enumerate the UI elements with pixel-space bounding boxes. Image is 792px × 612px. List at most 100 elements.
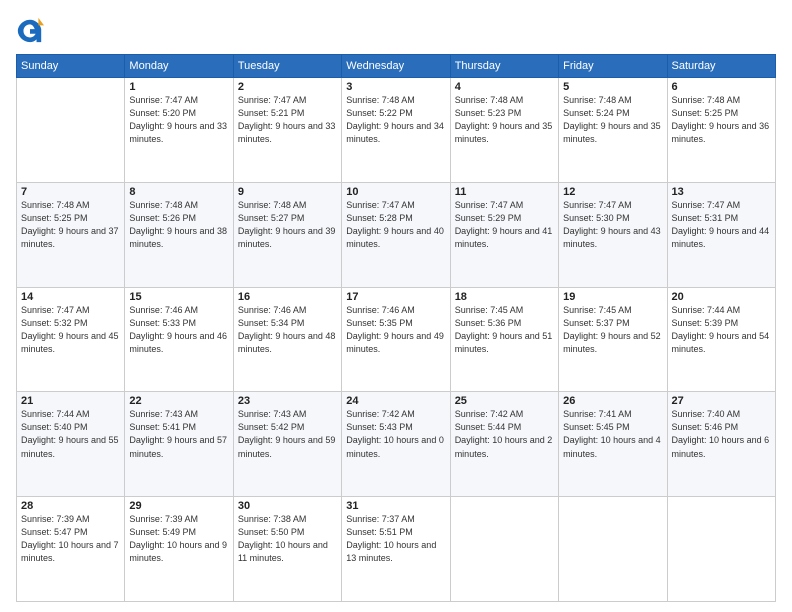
header: [16, 16, 776, 44]
day-number: 18: [455, 291, 554, 303]
day-info: Sunrise: 7:45 AMSunset: 5:37 PMDaylight:…: [563, 304, 662, 356]
day-info: Sunrise: 7:44 AMSunset: 5:40 PMDaylight:…: [21, 408, 120, 460]
calendar-week-row: 1Sunrise: 7:47 AMSunset: 5:20 PMDaylight…: [17, 78, 776, 183]
day-number: 6: [672, 81, 771, 93]
day-info: Sunrise: 7:39 AMSunset: 5:49 PMDaylight:…: [129, 513, 228, 565]
calendar-cell: [667, 497, 775, 602]
calendar-cell: 5Sunrise: 7:48 AMSunset: 5:24 PMDaylight…: [559, 78, 667, 183]
calendar-cell: 14Sunrise: 7:47 AMSunset: 5:32 PMDayligh…: [17, 287, 125, 392]
weekday-header: Friday: [559, 55, 667, 78]
day-info: Sunrise: 7:47 AMSunset: 5:28 PMDaylight:…: [346, 199, 445, 251]
day-number: 5: [563, 81, 662, 93]
weekday-header: Tuesday: [233, 55, 341, 78]
calendar-cell: 28Sunrise: 7:39 AMSunset: 5:47 PMDayligh…: [17, 497, 125, 602]
calendar-cell: 11Sunrise: 7:47 AMSunset: 5:29 PMDayligh…: [450, 182, 558, 287]
calendar-cell: 3Sunrise: 7:48 AMSunset: 5:22 PMDaylight…: [342, 78, 450, 183]
weekday-header: Sunday: [17, 55, 125, 78]
weekday-header: Monday: [125, 55, 233, 78]
calendar-cell: 6Sunrise: 7:48 AMSunset: 5:25 PMDaylight…: [667, 78, 775, 183]
day-info: Sunrise: 7:45 AMSunset: 5:36 PMDaylight:…: [455, 304, 554, 356]
calendar-cell: 7Sunrise: 7:48 AMSunset: 5:25 PMDaylight…: [17, 182, 125, 287]
calendar-cell: 9Sunrise: 7:48 AMSunset: 5:27 PMDaylight…: [233, 182, 341, 287]
day-number: 14: [21, 291, 120, 303]
day-number: 21: [21, 395, 120, 407]
calendar-cell: [450, 497, 558, 602]
day-info: Sunrise: 7:46 AMSunset: 5:33 PMDaylight:…: [129, 304, 228, 356]
day-number: 20: [672, 291, 771, 303]
day-info: Sunrise: 7:47 AMSunset: 5:20 PMDaylight:…: [129, 94, 228, 146]
day-number: 19: [563, 291, 662, 303]
day-info: Sunrise: 7:48 AMSunset: 5:24 PMDaylight:…: [563, 94, 662, 146]
calendar-table: SundayMondayTuesdayWednesdayThursdayFrid…: [16, 54, 776, 602]
calendar-week-row: 7Sunrise: 7:48 AMSunset: 5:25 PMDaylight…: [17, 182, 776, 287]
calendar-cell: 29Sunrise: 7:39 AMSunset: 5:49 PMDayligh…: [125, 497, 233, 602]
day-number: 13: [672, 186, 771, 198]
day-number: 16: [238, 291, 337, 303]
calendar-cell: 8Sunrise: 7:48 AMSunset: 5:26 PMDaylight…: [125, 182, 233, 287]
calendar-cell: 21Sunrise: 7:44 AMSunset: 5:40 PMDayligh…: [17, 392, 125, 497]
day-number: 31: [346, 500, 445, 512]
calendar-cell: 26Sunrise: 7:41 AMSunset: 5:45 PMDayligh…: [559, 392, 667, 497]
calendar-cell: 22Sunrise: 7:43 AMSunset: 5:41 PMDayligh…: [125, 392, 233, 497]
calendar-cell: [17, 78, 125, 183]
day-info: Sunrise: 7:46 AMSunset: 5:34 PMDaylight:…: [238, 304, 337, 356]
day-info: Sunrise: 7:47 AMSunset: 5:32 PMDaylight:…: [21, 304, 120, 356]
calendar-cell: 15Sunrise: 7:46 AMSunset: 5:33 PMDayligh…: [125, 287, 233, 392]
day-info: Sunrise: 7:40 AMSunset: 5:46 PMDaylight:…: [672, 408, 771, 460]
calendar-cell: 1Sunrise: 7:47 AMSunset: 5:20 PMDaylight…: [125, 78, 233, 183]
calendar-cell: 31Sunrise: 7:37 AMSunset: 5:51 PMDayligh…: [342, 497, 450, 602]
day-info: Sunrise: 7:47 AMSunset: 5:21 PMDaylight:…: [238, 94, 337, 146]
calendar-header: SundayMondayTuesdayWednesdayThursdayFrid…: [17, 55, 776, 78]
calendar-cell: 25Sunrise: 7:42 AMSunset: 5:44 PMDayligh…: [450, 392, 558, 497]
weekday-header: Thursday: [450, 55, 558, 78]
day-info: Sunrise: 7:48 AMSunset: 5:23 PMDaylight:…: [455, 94, 554, 146]
day-info: Sunrise: 7:48 AMSunset: 5:25 PMDaylight:…: [672, 94, 771, 146]
day-number: 17: [346, 291, 445, 303]
day-info: Sunrise: 7:46 AMSunset: 5:35 PMDaylight:…: [346, 304, 445, 356]
day-number: 1: [129, 81, 228, 93]
day-info: Sunrise: 7:47 AMSunset: 5:29 PMDaylight:…: [455, 199, 554, 251]
day-number: 23: [238, 395, 337, 407]
day-info: Sunrise: 7:47 AMSunset: 5:31 PMDaylight:…: [672, 199, 771, 251]
day-number: 12: [563, 186, 662, 198]
day-info: Sunrise: 7:42 AMSunset: 5:43 PMDaylight:…: [346, 408, 445, 460]
day-info: Sunrise: 7:48 AMSunset: 5:27 PMDaylight:…: [238, 199, 337, 251]
day-info: Sunrise: 7:48 AMSunset: 5:25 PMDaylight:…: [21, 199, 120, 251]
day-number: 9: [238, 186, 337, 198]
day-info: Sunrise: 7:42 AMSunset: 5:44 PMDaylight:…: [455, 408, 554, 460]
day-number: 15: [129, 291, 228, 303]
day-number: 22: [129, 395, 228, 407]
logo: [16, 16, 48, 44]
day-number: 2: [238, 81, 337, 93]
day-info: Sunrise: 7:48 AMSunset: 5:26 PMDaylight:…: [129, 199, 228, 251]
weekday-header: Saturday: [667, 55, 775, 78]
day-number: 24: [346, 395, 445, 407]
day-number: 25: [455, 395, 554, 407]
day-info: Sunrise: 7:44 AMSunset: 5:39 PMDaylight:…: [672, 304, 771, 356]
weekday-header: Wednesday: [342, 55, 450, 78]
day-number: 29: [129, 500, 228, 512]
calendar-cell: 20Sunrise: 7:44 AMSunset: 5:39 PMDayligh…: [667, 287, 775, 392]
weekday-row: SundayMondayTuesdayWednesdayThursdayFrid…: [17, 55, 776, 78]
calendar-cell: 23Sunrise: 7:43 AMSunset: 5:42 PMDayligh…: [233, 392, 341, 497]
day-number: 30: [238, 500, 337, 512]
calendar-cell: 12Sunrise: 7:47 AMSunset: 5:30 PMDayligh…: [559, 182, 667, 287]
day-info: Sunrise: 7:41 AMSunset: 5:45 PMDaylight:…: [563, 408, 662, 460]
calendar-cell: 4Sunrise: 7:48 AMSunset: 5:23 PMDaylight…: [450, 78, 558, 183]
day-info: Sunrise: 7:38 AMSunset: 5:50 PMDaylight:…: [238, 513, 337, 565]
calendar-week-row: 21Sunrise: 7:44 AMSunset: 5:40 PMDayligh…: [17, 392, 776, 497]
calendar-cell: 16Sunrise: 7:46 AMSunset: 5:34 PMDayligh…: [233, 287, 341, 392]
page: SundayMondayTuesdayWednesdayThursdayFrid…: [0, 0, 792, 612]
calendar-cell: 19Sunrise: 7:45 AMSunset: 5:37 PMDayligh…: [559, 287, 667, 392]
day-info: Sunrise: 7:43 AMSunset: 5:42 PMDaylight:…: [238, 408, 337, 460]
calendar-cell: 2Sunrise: 7:47 AMSunset: 5:21 PMDaylight…: [233, 78, 341, 183]
day-number: 10: [346, 186, 445, 198]
day-number: 11: [455, 186, 554, 198]
day-info: Sunrise: 7:48 AMSunset: 5:22 PMDaylight:…: [346, 94, 445, 146]
day-number: 27: [672, 395, 771, 407]
logo-icon: [16, 16, 44, 44]
day-info: Sunrise: 7:47 AMSunset: 5:30 PMDaylight:…: [563, 199, 662, 251]
calendar-cell: 13Sunrise: 7:47 AMSunset: 5:31 PMDayligh…: [667, 182, 775, 287]
calendar-week-row: 14Sunrise: 7:47 AMSunset: 5:32 PMDayligh…: [17, 287, 776, 392]
day-info: Sunrise: 7:37 AMSunset: 5:51 PMDaylight:…: [346, 513, 445, 565]
